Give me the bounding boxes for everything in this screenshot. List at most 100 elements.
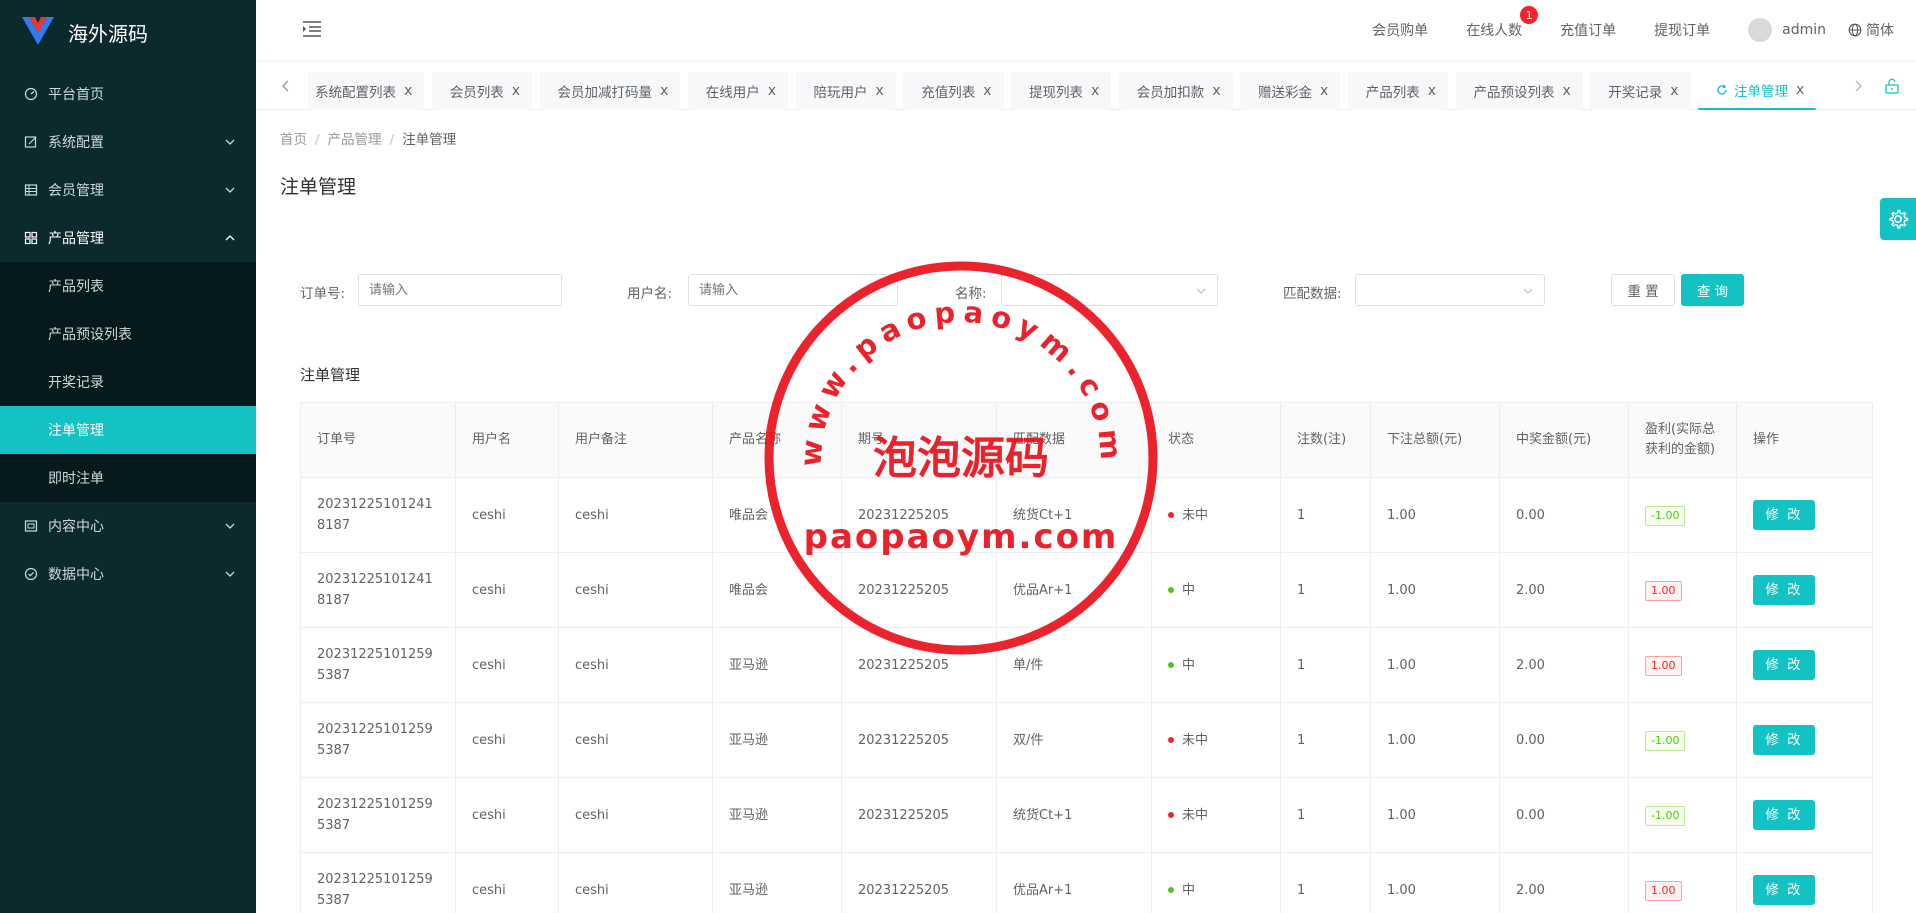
sidebar-subitem-product-list[interactable]: 产品列表 [0, 262, 256, 310]
tab-product-preset-list[interactable]: 产品预设列表 x [1455, 72, 1583, 110]
header-link-online-users[interactable]: 在线人数 1 [1466, 6, 1539, 40]
table-row: 202312251012595387 ceshi ceshi 亚马逊 202312252… [300, 852, 1873, 913]
close-icon[interactable]: x [1670, 83, 1678, 99]
close-icon[interactable]: x [660, 83, 668, 99]
profit-tag: 1.00 [1645, 580, 1682, 601]
close-icon[interactable]: x [983, 83, 991, 99]
logo[interactable]: 海外源码 [0, 0, 256, 64]
menu-fold-icon[interactable] [302, 20, 322, 38]
settings-button[interactable] [1880, 198, 1916, 240]
product-name-cell: 亚马逊 [712, 777, 842, 853]
order-number-cell: 202312251012595387 [300, 702, 456, 778]
sidebar-item-dashboard[interactable]: 平台首页 [0, 70, 256, 118]
grid-icon [24, 231, 38, 245]
check-circle-icon [24, 567, 38, 581]
close-icon[interactable]: x [1320, 83, 1328, 99]
reset-button[interactable]: 重 置 [1611, 274, 1675, 306]
sidebar-item-system-config[interactable]: 系统配置 [0, 118, 256, 166]
edit-button[interactable]: 修 改 [1753, 500, 1815, 530]
close-icon[interactable]: x [1428, 83, 1436, 99]
status-dot [1168, 587, 1174, 593]
sidebar-subitem-instant-bet[interactable]: 即时注单 [0, 454, 256, 502]
language-switch[interactable]: 简体 [1848, 20, 1894, 40]
tab-label: 会员加扣款 [1136, 85, 1205, 101]
header-link-member-order[interactable]: 会员购单 [1372, 20, 1428, 40]
status-cell: 未中 [1151, 477, 1281, 553]
sidebar-subitem-draw-record[interactable]: 开奖记录 [0, 358, 256, 406]
refresh-icon[interactable] [1716, 84, 1728, 96]
page-title: 注单管理 [280, 176, 357, 198]
edit-button[interactable]: 修 改 [1753, 800, 1815, 830]
tab-companion-users[interactable]: 陪玩用户 x [795, 72, 896, 110]
sidebar-item-data[interactable]: 数据中心 [0, 550, 256, 598]
column-header: 状态 [1151, 402, 1281, 478]
tab-member-bet-adjust[interactable]: 会员加减打码量 x [539, 72, 681, 110]
query-button[interactable]: 查 询 [1681, 274, 1744, 306]
win-amount-cell: 0.00 [1499, 477, 1629, 553]
status-text: 未中 [1182, 507, 1209, 523]
bet-count-cell: 1 [1280, 702, 1371, 778]
sidebar-item-content[interactable]: 内容中心 [0, 502, 256, 550]
order-number-input[interactable] [358, 274, 562, 306]
header-link-recharge-order[interactable]: 充值订单 [1560, 20, 1616, 40]
status-dot [1168, 812, 1174, 818]
bet-total-cell: 1.00 [1370, 702, 1500, 778]
edit-button[interactable]: 修 改 [1753, 875, 1815, 905]
period-cell: 20231225205 [841, 477, 997, 553]
user-menu[interactable]: admin [1748, 18, 1826, 42]
close-icon[interactable]: x [1796, 82, 1804, 98]
edit-button[interactable]: 修 改 [1753, 725, 1815, 755]
username-input[interactable] [688, 274, 898, 306]
close-icon[interactable]: x [768, 83, 776, 99]
name-select[interactable] [1001, 274, 1218, 306]
match-data-select[interactable] [1355, 274, 1545, 306]
tab-system-config-list[interactable]: 系统配置列表 x [308, 72, 425, 110]
close-icon[interactable]: x [1212, 83, 1220, 99]
edit-button[interactable]: 修 改 [1753, 650, 1815, 680]
sidebar-item-product[interactable]: 产品管理 [0, 214, 256, 262]
win-amount-cell: 2.00 [1499, 852, 1629, 913]
tab-bonus-gift[interactable]: 赠送彩金 x [1240, 72, 1341, 110]
tab-recharge-list[interactable]: 充值列表 x [903, 72, 1004, 110]
bet-count-cell: 1 [1280, 777, 1371, 853]
close-icon[interactable]: x [1091, 83, 1099, 99]
header-link-withdraw-order[interactable]: 提现订单 [1654, 20, 1710, 40]
online-count-badge: 1 [1520, 6, 1539, 24]
order-number-cell: 202312251012418187 [300, 552, 456, 628]
breadcrumb-parent[interactable]: 产品管理 [328, 132, 382, 148]
language-label: 简体 [1866, 23, 1894, 39]
unlock-icon[interactable] [1884, 78, 1900, 94]
product-name-cell: 亚马逊 [712, 702, 842, 778]
chevron-right-icon[interactable] [1852, 79, 1864, 93]
tab-bet-management[interactable]: 注单管理 x [1698, 72, 1817, 110]
column-header: 注数(注) [1280, 402, 1371, 478]
bet-count-cell: 1 [1280, 627, 1371, 703]
chevron-left-icon[interactable] [280, 79, 292, 93]
tab-product-list[interactable]: 产品列表 x [1347, 72, 1449, 110]
tab-withdraw-list[interactable]: 提现列表 x [1011, 72, 1112, 110]
status-text: 中 [1182, 882, 1196, 898]
tab-online-users[interactable]: 在线用户 x [687, 72, 789, 110]
period-cell: 20231225205 [841, 702, 997, 778]
tabs-scroll: 系统配置列表 x 会员列表 x 会员加减打码量 x 在线用户 x 陪玩用户 x 充值列表 x… [308, 72, 1858, 110]
tab-member-deduction[interactable]: 会员加扣款 x [1118, 72, 1233, 110]
column-header: 盈利(实际总获利的金额) [1628, 402, 1737, 478]
close-icon[interactable]: x [512, 83, 520, 99]
chevron-down-icon [225, 187, 235, 193]
breadcrumb-home[interactable]: 首页 [280, 132, 307, 148]
close-icon[interactable]: x [1563, 83, 1571, 99]
top-header: 会员购单 在线人数 1 充值订单 提现订单 admin 简体 [256, 0, 1916, 60]
sidebar-item-member[interactable]: 会员管理 [0, 166, 256, 214]
profit-tag: -1.00 [1645, 505, 1686, 526]
sidebar-subitem-product-preset[interactable]: 产品预设列表 [0, 310, 256, 358]
edit-button[interactable]: 修 改 [1753, 575, 1815, 605]
close-icon[interactable]: x [404, 83, 412, 99]
breadcrumb: 首页 / 产品管理 / 注单管理 [280, 128, 456, 148]
tab-draw-record[interactable]: 开奖记录 x [1590, 72, 1691, 110]
sidebar-subitem-bet-management[interactable]: 注单管理 [0, 406, 256, 454]
close-icon[interactable]: x [876, 83, 884, 99]
status-cell: 中 [1151, 852, 1281, 913]
tab-member-list[interactable]: 会员列表 x [431, 72, 533, 110]
tab-label: 在线用户 [705, 85, 760, 101]
table-row: 202312251012418187 ceshi ceshi 唯品会 202312252… [300, 552, 1873, 628]
